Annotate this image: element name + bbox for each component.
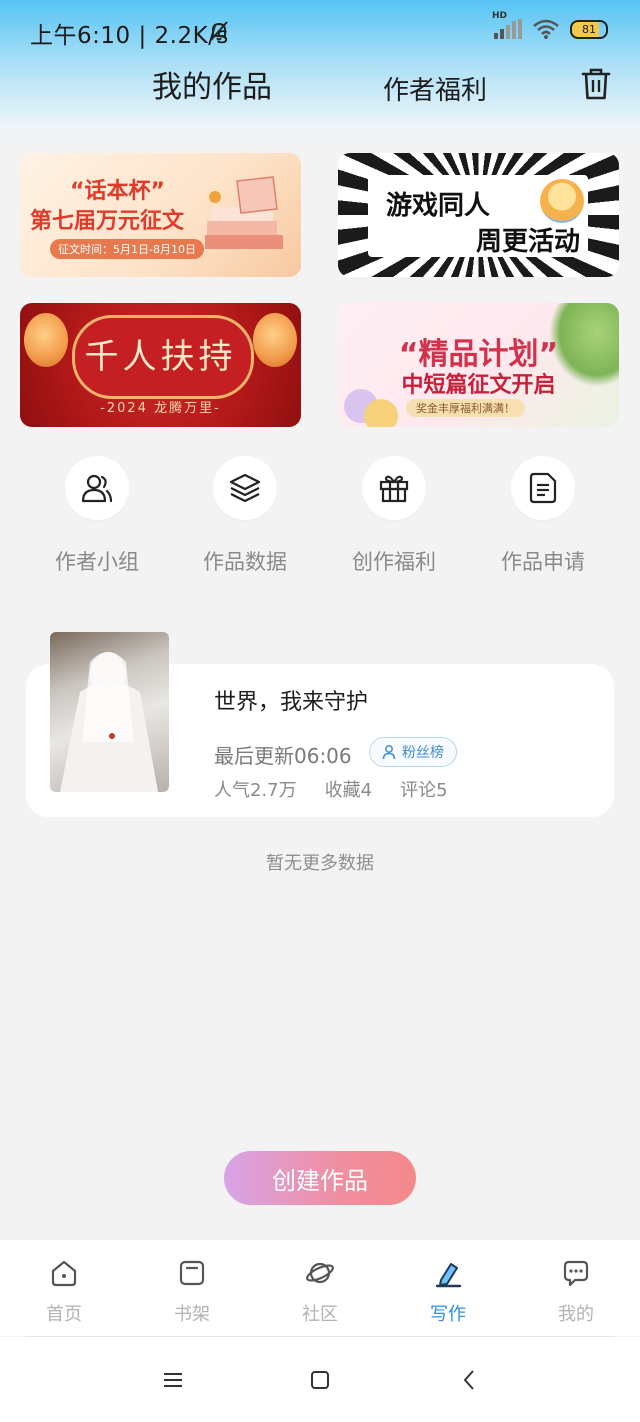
banner-subtitle: 第七届万元征文 — [30, 209, 185, 234]
quick-action-author-group[interactable]: 作者小组 — [42, 456, 152, 576]
nav-item-community[interactable]: 社区 — [280, 1258, 360, 1326]
mute-bell-icon — [210, 21, 228, 41]
menu-button[interactable] — [158, 1365, 188, 1395]
network-type: HD — [492, 11, 508, 21]
quick-action-creation-welfare[interactable]: 创作福利 — [339, 456, 449, 576]
square-icon — [311, 1371, 329, 1389]
banner-thousand-support[interactable]: 千人扶持 -2024 龙腾万里- — [20, 303, 301, 427]
author-group-icon — [81, 474, 113, 503]
page-title: 我的作品 — [152, 70, 272, 105]
nav-label: 我的 — [558, 1304, 594, 1325]
status-time-speed: 上午6:10 | 2.2K/s — [30, 23, 229, 49]
pen-icon — [435, 1263, 462, 1288]
fans-rank-badge[interactable]: 粉丝榜 — [369, 737, 457, 767]
nav-label: 社区 — [302, 1304, 338, 1325]
quick-action-label: 作品数据 — [203, 550, 287, 574]
nav-label: 书架 — [174, 1304, 210, 1325]
banner-title: 千人扶持 — [84, 337, 237, 377]
stat-favorites: 收藏4 — [324, 780, 373, 801]
gift-icon — [379, 475, 409, 503]
bookshelf-icon — [179, 1260, 205, 1286]
quick-action-label: 作品申请 — [501, 550, 585, 574]
status-bar: 上午6:10 | 2.2K/s HD 81 — [0, 0, 640, 62]
banner-title: 游戏同人 — [386, 191, 491, 221]
cover-figure-illustration — [60, 652, 158, 792]
stat-popularity: 人气2.7万 — [214, 780, 297, 801]
bottom-nav: 首页 书架 社区 写作 我的 — [0, 1240, 640, 1336]
home-button[interactable] — [305, 1365, 335, 1395]
work-last-update: 最后更新06:06 — [214, 744, 352, 768]
user-icon — [382, 745, 396, 760]
quick-action-circle — [362, 456, 426, 520]
menu-icon — [164, 1373, 182, 1387]
work-stats: 人气2.7万 收藏4 评论5 — [214, 776, 448, 802]
back-button[interactable] — [454, 1365, 484, 1395]
balloon-decoration — [364, 399, 398, 427]
fans-rank-label: 粉丝榜 — [402, 745, 444, 761]
tab-author-welfare[interactable]: 作者福利 — [383, 70, 487, 107]
banner-subtitle: 中短篇征文开启 — [401, 373, 556, 398]
quick-action-label: 作者小组 — [55, 550, 139, 574]
status-icons: HD 81 — [492, 11, 608, 40]
planet-icon — [306, 1262, 334, 1284]
books-illustration — [205, 176, 283, 249]
layers-icon — [229, 473, 261, 503]
quick-action-circle — [65, 456, 129, 520]
quick-action-label: 创作福利 — [352, 550, 436, 574]
work-title[interactable]: 世界，我来守护 — [214, 684, 368, 716]
anime-girl-illustration — [540, 179, 584, 223]
banner-subtitle: -2024 龙腾万里- — [100, 401, 221, 416]
empty-hint: 暂无更多数据 — [266, 853, 374, 874]
banner-huaben-cup[interactable]: “话本杯” 第七届万元征文 征文时间：5月1日-8月10日 — [20, 153, 301, 277]
signal-icon: HD — [492, 11, 522, 39]
banner-title: “话本杯” — [70, 179, 165, 204]
nav-label: 写作 — [430, 1304, 466, 1325]
battery-indicator: 81 — [570, 19, 608, 39]
nav-item-mine[interactable]: 我的 — [536, 1258, 616, 1326]
banner-subtitle: 周更活动 — [476, 227, 581, 257]
quick-action-work-application[interactable]: 作品申请 — [488, 456, 598, 576]
nav-item-bookshelf[interactable]: 书架 — [152, 1258, 232, 1326]
banner-premium-plan[interactable]: “精品计划” 中短篇征文开启 奖金丰厚福利满满！ — [338, 303, 619, 427]
nav-item-write[interactable]: 写作 — [408, 1258, 488, 1326]
banner-game-fanfic[interactable]: 游戏同人 周更活动 — [338, 153, 619, 277]
work-cover-image[interactable] — [50, 632, 169, 792]
nav-item-home[interactable]: 首页 — [24, 1258, 104, 1326]
stat-comments: 评论5 — [400, 780, 448, 801]
trash-icon[interactable] — [580, 66, 612, 102]
home-icon — [51, 1260, 77, 1287]
nav-label: 首页 — [46, 1304, 82, 1325]
banner-date: 征文时间：5月1日-8月10日 — [50, 239, 204, 259]
banner-tagline: 奖金丰厚福利满满！ — [406, 399, 525, 417]
chat-bubble-icon — [563, 1260, 589, 1287]
quick-action-circle — [511, 456, 575, 520]
quick-action-circle — [213, 456, 277, 520]
create-work-button[interactable]: 创建作品 — [224, 1151, 416, 1205]
system-nav-bar — [0, 1337, 640, 1422]
document-icon — [529, 472, 557, 504]
banner-panel: 游戏同人 周更活动 — [368, 175, 588, 257]
wifi-icon — [533, 19, 559, 39]
back-chevron-icon — [464, 1370, 474, 1390]
quick-action-work-data[interactable]: 作品数据 — [190, 456, 300, 576]
